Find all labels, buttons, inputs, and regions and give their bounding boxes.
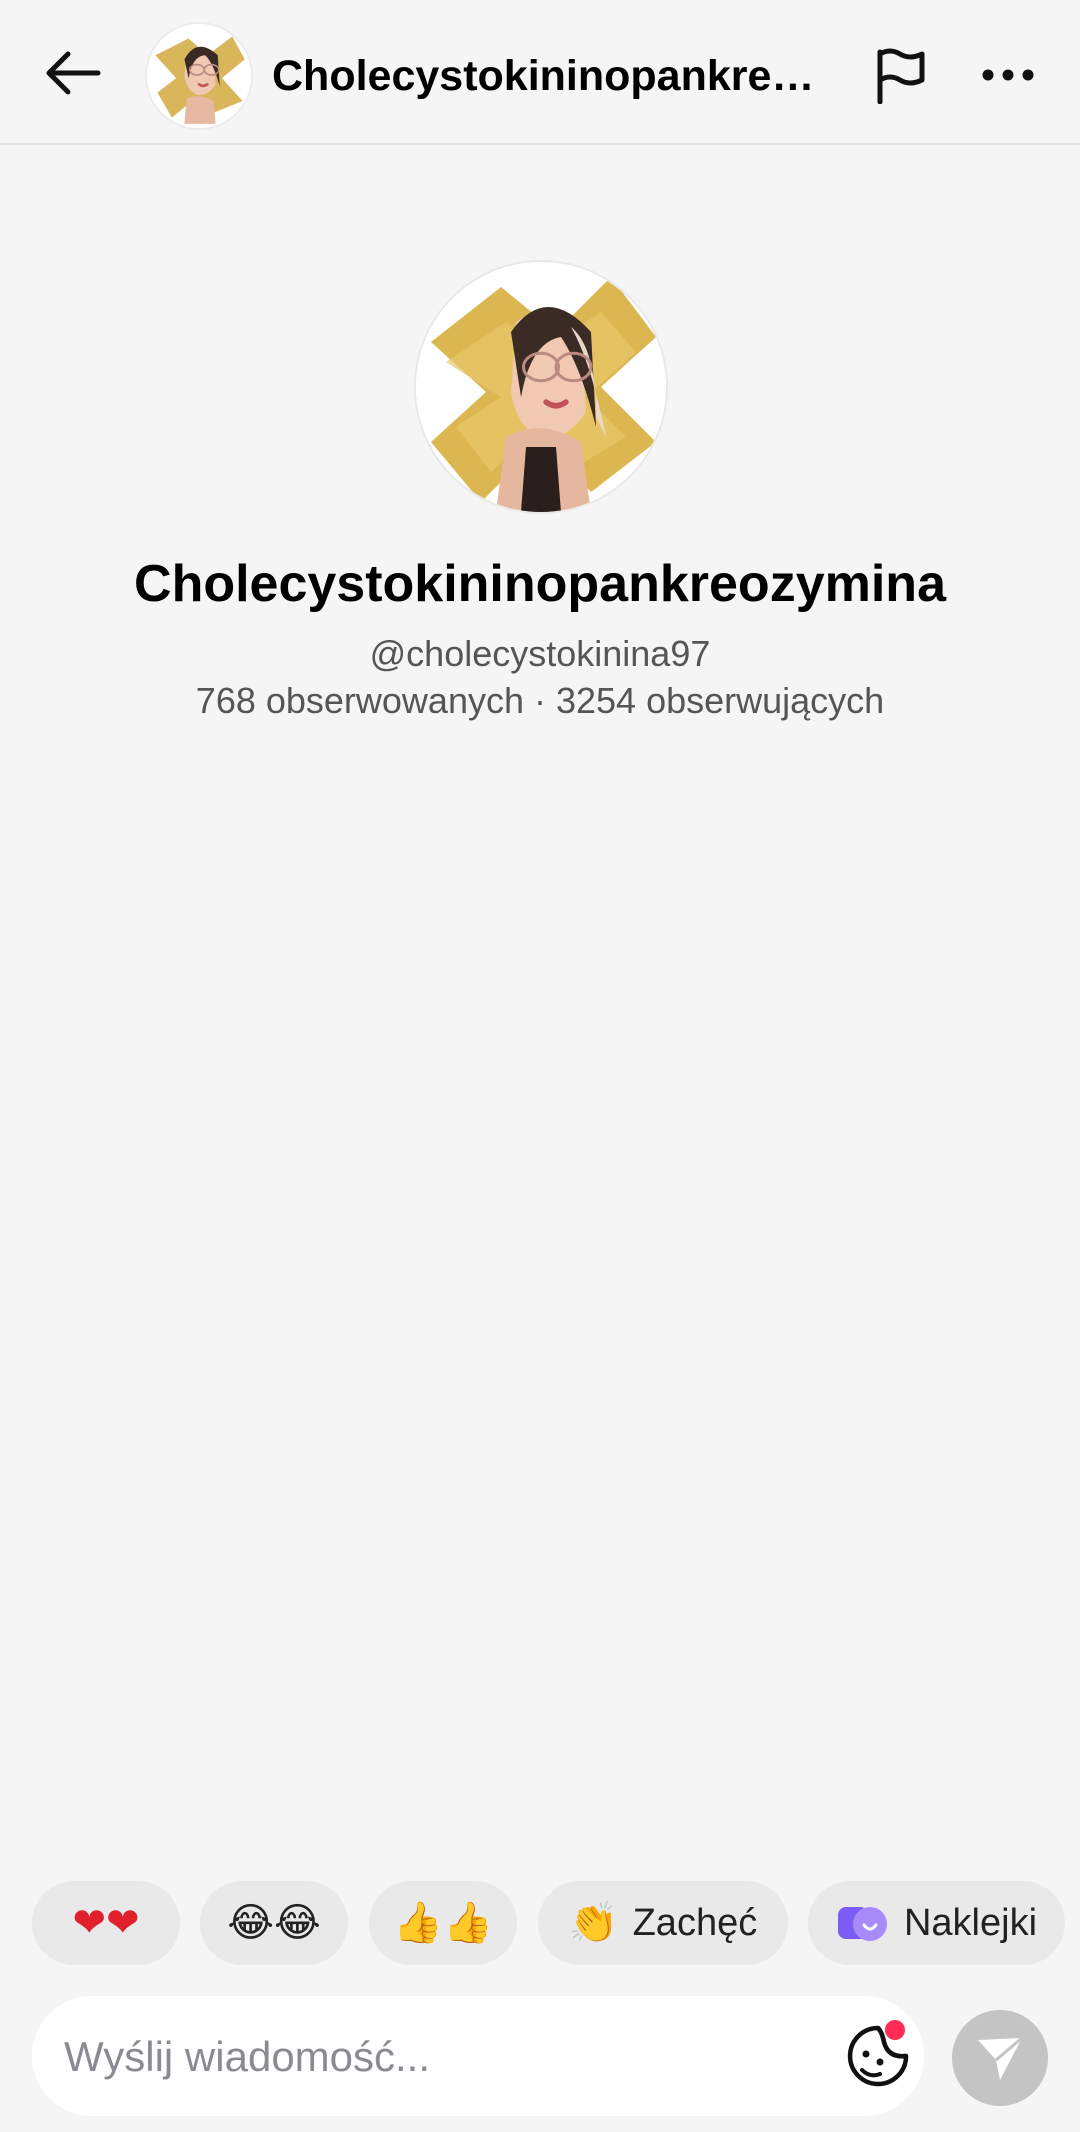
quick-reply-laughing[interactable]: 😂😂 [200,1881,348,1965]
header-avatar[interactable] [145,22,253,130]
send-icon [978,2036,1023,2080]
avatar-image [147,24,251,128]
laughing-emoji-icon: 😂😂 [227,1901,321,1945]
quick-reply-encourage[interactable]: 👏 Zachęć [538,1881,788,1965]
sticker-button[interactable] [840,2018,916,2094]
more-options-button[interactable] [968,42,1048,108]
quick-reply-label: Naklejki [903,1901,1038,1944]
send-button[interactable] [952,2010,1048,2106]
more-horizontal-icon [982,69,1034,81]
notification-dot [885,2020,905,2040]
quick-reply-label: Zachęć [632,1901,758,1944]
profile-name: Cholecystokininopankreozymina [134,555,946,613]
quick-reply-thumbs-up[interactable]: 👍👍 [369,1881,517,1965]
chat-header: Cholecystokininopankreo... [0,0,1080,145]
heart-icon: ❤❤ [72,1901,140,1945]
profile-avatar[interactable] [414,260,668,514]
profile-follow-stats[interactable]: 768 obserwowanych · 3254 obserwujących [0,677,1080,725]
quick-reply-hearts[interactable]: ❤❤ [32,1881,180,1965]
flag-icon [877,48,925,104]
avatar-image [416,262,666,512]
quick-reply-stickers[interactable]: Naklejki [808,1881,1065,1965]
back-button[interactable] [38,38,108,108]
message-input[interactable]: Wyślij wiadomość... [32,1996,924,2116]
sticker-pack-icon [837,1907,887,1941]
chat-title[interactable]: Cholecystokininopankreo... [272,48,832,104]
thumbs-up-icon: 👍👍 [393,1901,493,1945]
clap-icon: 👏 [568,1901,619,1945]
sticker-icon [847,2020,909,2087]
arrow-left-icon [46,51,101,95]
quick-replies-row: ❤❤ 😂😂 👍👍 👏 Zachęć Naklejki [0,1881,1080,1965]
message-input-placeholder: Wyślij wiadomość... [64,2033,431,2080]
report-button[interactable] [868,42,934,108]
profile-handle: @cholecystokinina97 [369,633,711,674]
